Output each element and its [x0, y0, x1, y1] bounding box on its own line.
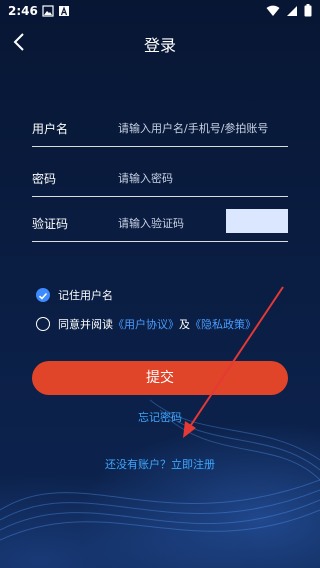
- a-letter-icon: [59, 6, 69, 16]
- agreement-text: 同意并阅读《用户协议》及《隐私政策》: [58, 316, 256, 332]
- password-field[interactable]: 密码 请输入密码: [32, 160, 288, 197]
- agreement-row[interactable]: 同意并阅读《用户协议》及《隐私政策》: [36, 316, 256, 332]
- image-icon: [42, 5, 54, 17]
- captcha-label: 验证码: [32, 217, 69, 231]
- username-input[interactable]: 请输入用户名/手机号/参拍账号: [118, 120, 268, 136]
- remember-row[interactable]: 记住用户名: [36, 287, 113, 303]
- agreement-prefix: 同意并阅读: [58, 318, 113, 331]
- privacy-policy-link[interactable]: 《隐私政策》: [190, 318, 256, 331]
- check-icon: [38, 292, 48, 300]
- signal-icon: [287, 5, 297, 16]
- password-label: 密码: [32, 172, 57, 186]
- register-link[interactable]: 还没有账户？立即注册: [0, 456, 320, 472]
- title-bar: 登录: [0, 24, 320, 60]
- remember-label: 记住用户名: [58, 289, 113, 302]
- agreement-and: 及: [179, 318, 190, 331]
- captcha-field[interactable]: 验证码 请输入验证码: [32, 205, 288, 242]
- username-label: 用户名: [32, 122, 69, 136]
- wifi-icon: [266, 5, 280, 16]
- password-input[interactable]: 请输入密码: [118, 170, 173, 186]
- agreement-checkbox[interactable]: [36, 317, 50, 331]
- username-field[interactable]: 用户名 请输入用户名/手机号/参拍账号: [32, 110, 288, 147]
- submit-button[interactable]: 提交: [32, 361, 288, 395]
- battery-icon: [304, 4, 312, 17]
- page-title: 登录: [143, 36, 176, 55]
- forgot-password-link[interactable]: 忘记密码: [0, 409, 320, 425]
- remember-checkbox[interactable]: [36, 288, 50, 302]
- status-time: 2:46: [8, 4, 38, 18]
- user-agreement-link[interactable]: 《用户协议》: [113, 318, 179, 331]
- captcha-input[interactable]: 请输入验证码: [118, 215, 184, 231]
- status-bar: 2:46: [0, 0, 320, 24]
- captcha-image[interactable]: [226, 209, 288, 233]
